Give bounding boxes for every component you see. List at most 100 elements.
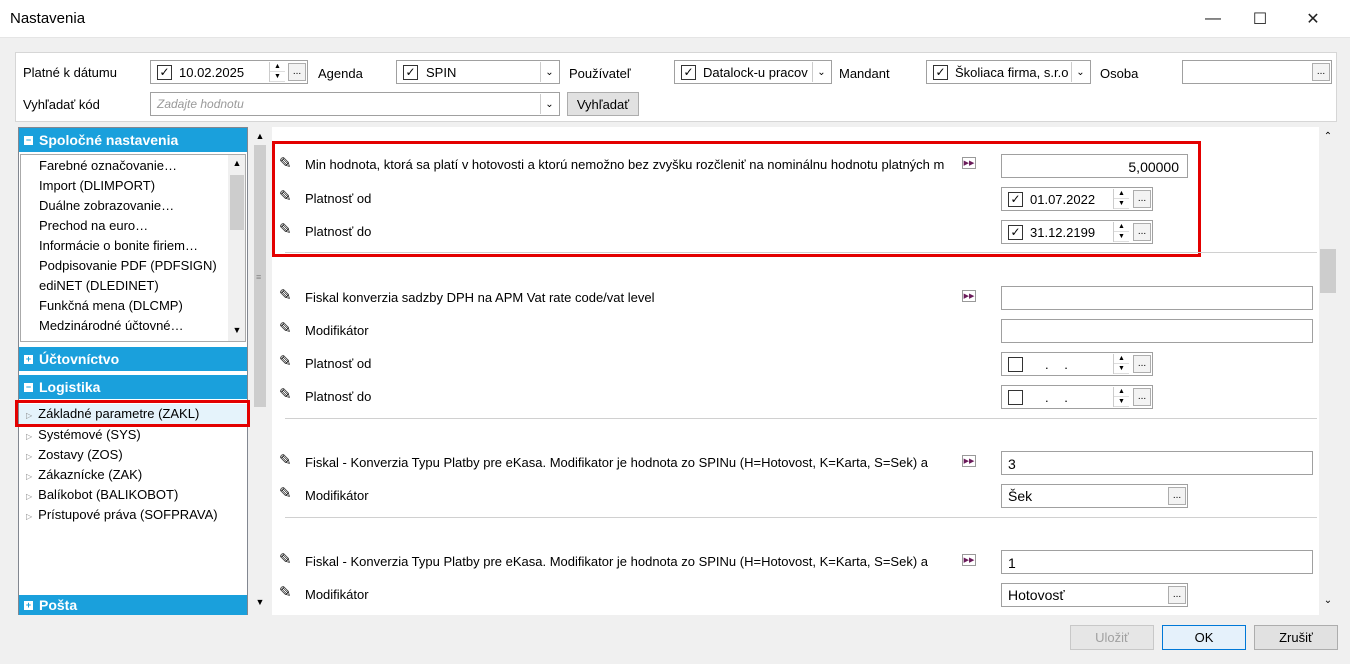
date-spinner[interactable]: ▲ ▼ [1113,189,1129,209]
list-item[interactable]: Farebné označovanie… [39,158,177,173]
date-spinner[interactable]: ▲ ▼ [1113,222,1129,242]
ellipsis-button[interactable]: ... [1168,586,1186,604]
settings-scrollbar[interactable]: ⌃ ⌄ [1319,127,1337,615]
tree-item-sofprava[interactable]: ▷ Prístupové práva (SOFPRAVA) [26,507,218,522]
pouzivatel-select[interactable]: ✓ Datalock-u pracov ⌄ [674,60,832,84]
agenda-select[interactable]: ✓ SPIN ⌄ [396,60,560,84]
scroll-down-icon[interactable]: ▼ [251,597,269,607]
tree-item-label: Zákaznícke (ZAK) [38,467,143,482]
fast-forward-icon[interactable]: ▶▶ [962,455,976,467]
tree-item-sys[interactable]: ▷ Systémové (SYS) [26,427,141,442]
section-spolocne[interactable]: − Spoločné nastavenia [19,128,247,152]
pouzivatel-checkbox[interactable]: ✓ [681,64,696,80]
minimize-button[interactable]: — [1190,0,1236,38]
scroll-down-icon[interactable]: ⌄ [1319,595,1337,606]
platne-date-field[interactable]: ✓ 10.02.2025 ▲ ▼ ... [150,60,308,84]
platnost-do-date-field[interactable]: . . ▲ ▼ ... [1001,385,1153,409]
setting-value-field[interactable] [1001,286,1313,310]
chevron-down-icon[interactable]: ⌄ [812,62,830,82]
platnost-do-label: Platnosť do [305,224,372,239]
platnost-od-checkbox[interactable] [1008,356,1023,372]
expand-icon[interactable]: + [24,354,33,364]
modifikator-field[interactable]: Hotovosť ... [1001,583,1188,607]
platne-spinner[interactable]: ▲ ▼ [269,62,285,82]
list-item[interactable]: Funkčná mena (DLCMP) [39,298,183,313]
tree-item-zos[interactable]: ▷ Zostavy (ZOS) [26,447,123,462]
mandant-checkbox[interactable]: ✓ [933,64,948,80]
modifikator-field[interactable]: Šek ... [1001,484,1188,508]
list-item[interactable]: ediNET (DLEDINET) [39,278,159,293]
scroll-down-icon[interactable]: ▼ [228,325,245,335]
expand-icon[interactable]: + [24,600,33,610]
section-logistika[interactable]: − Logistika [19,375,247,399]
pencil-icon[interactable]: ✎ [279,286,292,304]
section-uctovnictvo[interactable]: + Účtovníctvo [19,347,247,371]
scroll-up-icon[interactable]: ▲ [251,131,269,141]
platnost-do-date-field[interactable]: ✓ 31.12.2199 ▲ ▼ ... [1001,220,1153,244]
fast-forward-icon[interactable]: ▶▶ [962,157,976,169]
scroll-up-icon[interactable]: ⌃ [1319,131,1337,142]
ellipsis-button[interactable]: ... [1133,223,1151,241]
section-posta[interactable]: + Pošta [19,595,247,615]
agenda-checkbox[interactable]: ✓ [403,64,418,80]
ok-button[interactable]: OK [1162,625,1246,650]
maximize-button[interactable]: ☐ [1237,0,1283,38]
apply-button[interactable]: Uložiť [1070,625,1154,650]
cancel-button[interactable]: Zrušiť [1254,625,1338,650]
chevron-down-icon[interactable]: ⌄ [1071,62,1089,82]
search-button[interactable]: Vyhľadať [567,92,639,116]
pencil-icon[interactable]: ✎ [279,583,292,601]
collapse-icon[interactable]: − [24,135,33,145]
list-item[interactable]: Duálne zobrazovanie… [39,198,174,213]
kod-search-input[interactable]: Zadajte hodnotu ⌄ [150,92,560,116]
pencil-icon[interactable]: ✎ [279,484,292,502]
modifikator-field[interactable] [1001,319,1313,343]
platnost-do-checkbox[interactable] [1008,389,1023,405]
osoba-ellipsis-button[interactable]: ... [1312,63,1330,81]
pencil-icon[interactable]: ✎ [279,550,292,568]
fast-forward-icon[interactable]: ▶▶ [962,554,976,566]
pencil-icon[interactable]: ✎ [279,319,292,337]
date-spinner[interactable]: ▲ ▼ [1113,387,1129,407]
mandant-label: Mandant [839,66,890,81]
platne-checkbox[interactable]: ✓ [157,64,172,80]
tree-scrollbar[interactable]: ▲ ≡ ▼ [251,127,269,615]
scroll-thumb[interactable] [230,175,244,230]
pencil-icon[interactable]: ✎ [279,352,292,370]
platnost-od-checkbox[interactable]: ✓ [1008,191,1023,207]
chevron-down-icon[interactable]: ⌄ [540,94,558,114]
platnost-od-date-field[interactable]: ✓ 01.07.2022 ▲ ▼ ... [1001,187,1153,211]
list-item[interactable]: Prechod na euro… [39,218,148,233]
pencil-icon[interactable]: ✎ [279,385,292,403]
tree-item-zak[interactable]: ▷ Zákaznícke (ZAK) [26,467,142,482]
collapse-icon[interactable]: − [24,382,33,392]
platne-ellipsis-button[interactable]: ... [288,63,306,81]
osoba-field[interactable]: ... [1182,60,1332,84]
pencil-icon[interactable]: ✎ [279,187,292,205]
setting-value-field[interactable]: 1 [1001,550,1313,574]
scroll-thumb[interactable] [1320,249,1336,293]
ellipsis-button[interactable]: ... [1133,355,1151,373]
scroll-up-icon[interactable]: ▲ [228,158,245,168]
platnost-do-checkbox[interactable]: ✓ [1008,224,1023,240]
setting-value-field[interactable]: 5,00000 [1001,154,1188,178]
list-item[interactable]: Podpisovanie PDF (PDFSIGN) [39,258,217,273]
list-item[interactable]: Medzinárodné účtovné… [39,318,184,333]
chevron-down-icon[interactable]: ⌄ [540,62,558,82]
pencil-icon[interactable]: ✎ [279,451,292,469]
list-item[interactable]: Informácie o bonite firiem… [39,238,198,253]
tree-item-balikobot[interactable]: ▷ Balíkobot (BALIKOBOT) [26,487,178,502]
close-button[interactable]: ✕ [1290,0,1336,38]
setting-value-field[interactable]: 3 [1001,451,1313,475]
platnost-od-date-field[interactable]: . . ▲ ▼ ... [1001,352,1153,376]
mandant-select[interactable]: ✓ Školiaca firma, s.r.o ⌄ [926,60,1091,84]
ellipsis-button[interactable]: ... [1133,190,1151,208]
ellipsis-button[interactable]: ... [1168,487,1186,505]
pencil-icon[interactable]: ✎ [279,154,292,172]
pencil-icon[interactable]: ✎ [279,220,292,238]
inner-scrollbar[interactable]: ▲ ▼ [228,155,245,341]
ellipsis-button[interactable]: ... [1133,388,1151,406]
list-item[interactable]: Import (DLIMPORT) [39,178,155,193]
date-spinner[interactable]: ▲ ▼ [1113,354,1129,374]
fast-forward-icon[interactable]: ▶▶ [962,290,976,302]
